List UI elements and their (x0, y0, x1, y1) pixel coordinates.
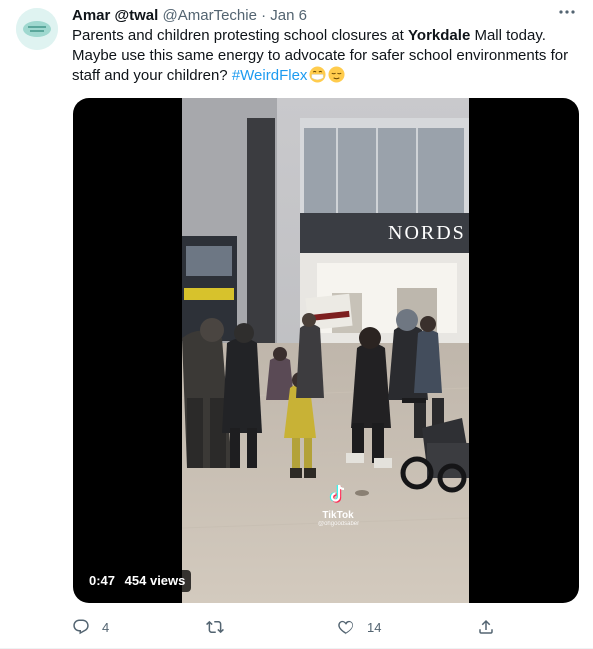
video-still-image: NORDS (182, 98, 469, 603)
video-frame: NORDS (182, 98, 469, 603)
reply-button[interactable]: 4 (72, 615, 109, 639)
tweet-text-part: Parents and children protesting school c… (72, 27, 409, 44)
video-duration: 0:47 (89, 573, 116, 588)
retweet-icon (206, 620, 224, 634)
retweet-button[interactable] (206, 615, 236, 639)
tweet: Amar @twal @AmarTechie · Jan 6 Parents a… (0, 0, 593, 649)
like-button[interactable]: 14 (337, 615, 381, 639)
avatar[interactable] (16, 8, 58, 50)
video-stats-badge: 0:47 454 views (83, 570, 192, 592)
like-icon (338, 620, 354, 635)
tweet-actions: 4 14 (72, 615, 502, 639)
separator: · (261, 7, 267, 24)
tweet-date[interactable]: Jan 6 (270, 7, 307, 24)
tiktok-logo-icon (329, 484, 345, 503)
author-handle[interactable]: @AmarTechie (163, 7, 257, 24)
author-name[interactable]: Amar @twal (72, 7, 158, 24)
tweet-text-bold: Yorkdale (408, 27, 471, 44)
more-horizontal-icon (559, 10, 575, 14)
hashtag-link[interactable]: #WeirdFlex (232, 67, 308, 84)
tweet-header: Amar @twal @AmarTechie · Jan 6 (72, 6, 583, 26)
video-views: 454 views (124, 573, 186, 588)
tiktok-label: TikTok (322, 510, 354, 521)
share-button[interactable] (477, 615, 495, 639)
share-icon (479, 619, 493, 634)
like-count: 14 (367, 619, 382, 635)
reply-icon (73, 619, 89, 635)
reply-count: 4 (102, 619, 110, 635)
tiktok-watermark: TikTok @ohgoodsaber (318, 484, 360, 527)
avatar-image (16, 8, 58, 50)
relieved-face-emoji (328, 66, 345, 83)
video-player[interactable]: NORDS TikTok @ohgoodsaber 0:47 454 views (73, 98, 579, 603)
store-sign-text: NORDS (388, 222, 466, 244)
more-icon[interactable] (555, 4, 579, 24)
tiktok-username: @ohgoodsaber (318, 521, 360, 527)
tweet-text: Parents and children protesting school c… (72, 26, 577, 86)
face-with-medical-mask-emoji (309, 66, 326, 83)
